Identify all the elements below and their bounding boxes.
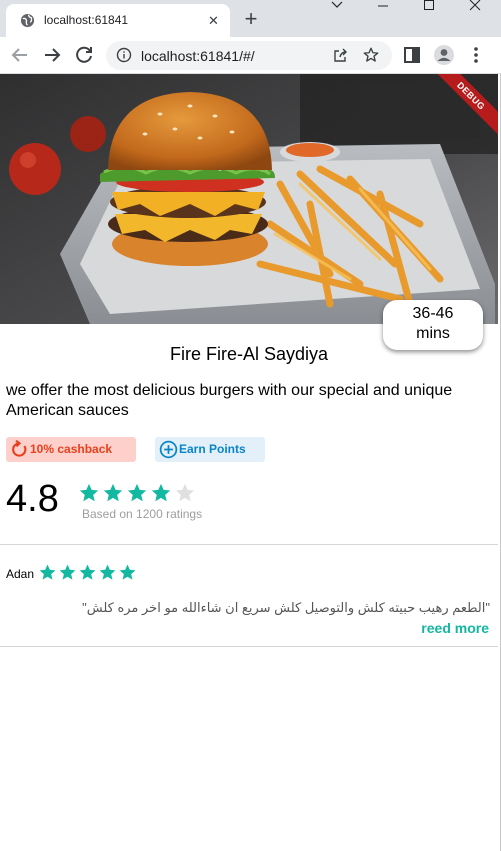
star-filled-icon [79,483,99,502]
plus-circle-icon [159,440,178,459]
share-icon[interactable] [332,47,349,64]
star-filled-icon [103,483,123,502]
delivery-time-badge: 36-46 mins [383,300,483,350]
earn-points-chip[interactable]: Earn Points [155,437,265,462]
restaurant-description: we offer the most delicious burgers with… [6,382,453,419]
close-window-button[interactable] [452,0,498,30]
page-viewport: DEBUG 36-46 mins Fire Fire-Al Saydiya we… [0,74,498,851]
url-text[interactable]: localhost:61841/#/ [141,48,255,64]
star-filled-icon [79,564,96,580]
globe-icon [20,13,35,28]
browser-toolbar: localhost:61841/#/ [0,37,501,74]
star-empty-icon [175,483,195,502]
review-text: "الطعم رهيب حبيته كلش والتوصيل كلش سريع … [82,600,490,615]
info-icon[interactable] [116,47,132,63]
star-filled-icon [99,564,116,580]
arrow-right-icon[interactable] [40,43,64,67]
tab-title: localhost:61841 [44,13,129,27]
maximize-button[interactable] [406,0,452,30]
earn-points-label: Earn Points [179,442,246,456]
profile-icon[interactable] [432,43,456,67]
review-author: Adan [6,567,35,581]
kebab-menu-icon[interactable] [464,43,488,67]
minimize-button[interactable] [360,0,406,30]
address-bar[interactable]: localhost:61841/#/ [106,41,392,70]
refresh-icon [12,439,27,457]
burger-hero-image: DEBUG [0,74,498,324]
star-filled-icon [59,564,76,580]
cashback-label: 10% cashback [30,442,113,456]
reload-icon[interactable] [72,43,96,67]
cashback-chip[interactable]: 10% cashback [6,437,136,462]
tab-strip: localhost:61841 ✕ + [0,0,501,37]
star-filled-icon [119,564,136,580]
browser-tab[interactable]: localhost:61841 ✕ [6,4,230,37]
tab-close-icon[interactable]: ✕ [205,12,222,29]
read-more-link[interactable]: reed more [421,620,489,636]
rating-value: 4.8 [6,478,59,520]
star-outline-icon[interactable] [362,46,380,64]
star-filled-icon [151,483,171,502]
divider [0,544,498,545]
rating-caption: Based on 1200 ratings [82,507,203,521]
star-filled-icon [127,483,147,502]
restaurant-name: Fire Fire-Al Saydiya [169,344,329,364]
browser-window: localhost:61841 ✕ + localhost:61841/#/ D… [0,0,501,851]
minimize-caret-icon[interactable] [314,0,360,30]
delivery-time-unit: mins [416,325,450,342]
star-filled-icon [39,564,56,580]
arrow-left-icon[interactable] [8,43,32,67]
delivery-time-range: 36-46 [412,305,454,322]
divider [0,646,498,647]
new-tab-button[interactable]: + [240,8,262,30]
side-panel-icon[interactable] [400,43,424,67]
